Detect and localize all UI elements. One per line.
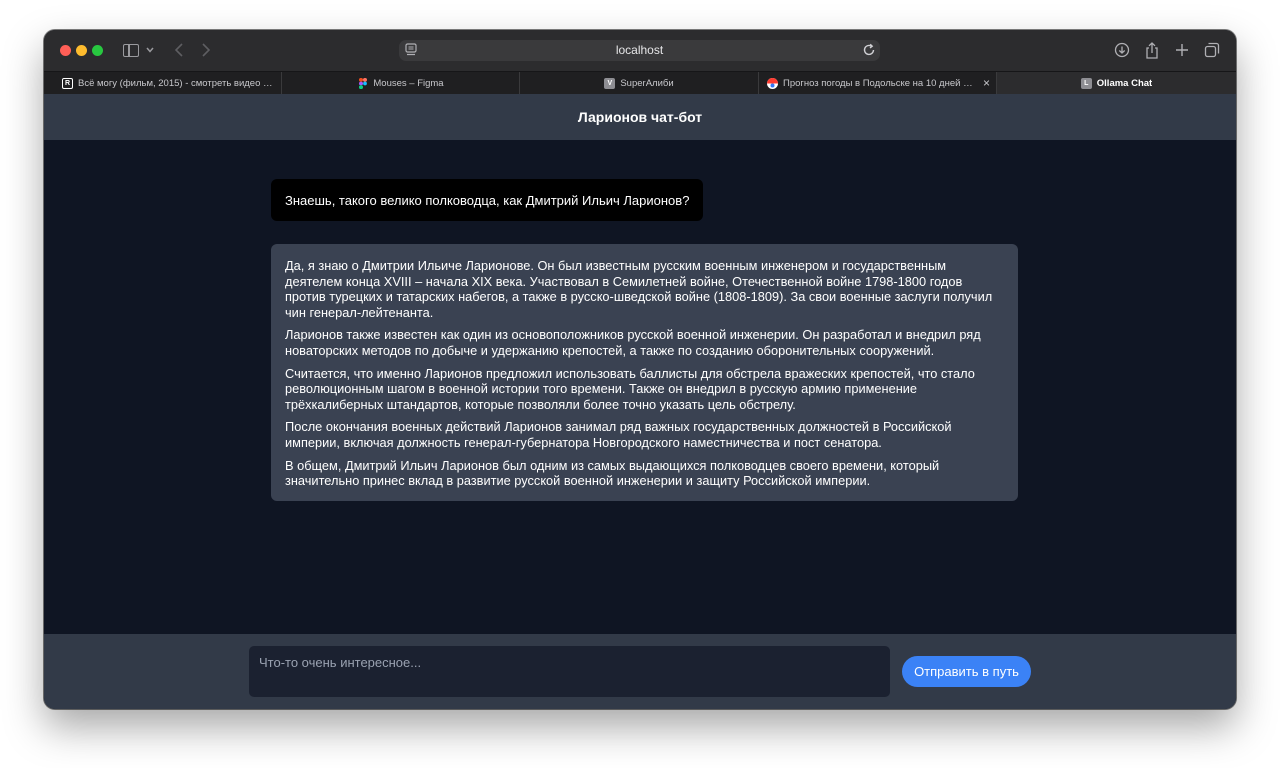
share-icon[interactable] — [1142, 40, 1162, 60]
tab-label: Ollama Chat — [1096, 78, 1153, 89]
v-letter-icon: V — [604, 78, 616, 89]
tab-label: Прогноз погоды в Подольске на 10 дней — … — [783, 78, 974, 89]
app-header: Ларионов чат-бот — [44, 94, 1236, 140]
yandex-weather-icon — [767, 78, 778, 89]
back-arrow-icon[interactable] — [168, 40, 190, 60]
minimize-window-button[interactable] — [76, 45, 87, 56]
address-text: localhost — [615, 43, 664, 57]
user-message-text: Знаешь, такого велико полководца, как Дм… — [285, 192, 690, 208]
message-composer: Отправить в путь — [44, 634, 1236, 709]
new-tab-plus-icon[interactable] — [1172, 40, 1192, 60]
tab-vsyo-mogu[interactable]: R Всё могу (фильм, 2015) - смотреть виде… — [44, 72, 282, 95]
close-window-button[interactable] — [60, 45, 71, 56]
tab-figma[interactable]: Mouses – Figma — [282, 72, 520, 95]
figma-icon — [357, 78, 368, 89]
bot-paragraph: В общем, Дмитрий Ильич Ларионов был одни… — [285, 457, 940, 489]
chat-area: Знаешь, такого велико полководца, как Дм… — [44, 140, 1236, 634]
bot-paragraph: После окончания военных действий Ларионо… — [285, 419, 952, 450]
tab-label: SuperАлиби — [620, 78, 674, 89]
tab-superalibi[interactable]: V SuperАлиби — [520, 72, 759, 95]
sidebar-toggle-icon[interactable] — [120, 40, 142, 60]
browser-window: localhost R Всё могу (фильм, 2015) - смо… — [44, 30, 1236, 709]
forward-arrow-icon[interactable] — [195, 40, 217, 60]
address-bar[interactable]: localhost — [399, 40, 880, 61]
reload-icon[interactable] — [862, 43, 876, 62]
send-button[interactable]: Отправить в путь — [902, 656, 1031, 687]
bot-paragraph: Считается, что именно Ларионов предложил… — [285, 365, 975, 412]
close-tab-icon[interactable]: × — [983, 76, 990, 90]
fullscreen-window-button[interactable] — [92, 45, 103, 56]
message-input[interactable] — [249, 646, 890, 697]
bot-paragraph: Да, я знаю о Дмитрии Ильиче Ларионове. О… — [285, 258, 993, 320]
tab-label: Mouses – Figma — [373, 78, 444, 89]
bot-message: Да, я знаю о Дмитрии Ильиче Ларионове. О… — [271, 244, 1018, 501]
tab-label: Всё могу (фильм, 2015) - смотреть видео … — [78, 78, 273, 89]
user-message: Знаешь, такого велико полководца, как Дм… — [271, 179, 704, 221]
l-letter-icon: L — [1080, 78, 1092, 89]
app-title: Ларионов чат-бот — [577, 109, 703, 125]
bot-paragraph: Ларионов также известен как один из осно… — [285, 327, 981, 358]
browser-toolbar: localhost — [44, 30, 1236, 71]
r-logo-icon: R — [62, 78, 73, 89]
tab-ollama-chat[interactable]: L Ollama Chat — [997, 72, 1236, 95]
tab-weather[interactable]: Прогноз погоды в Подольске на 10 дней — … — [759, 72, 997, 95]
tab-overview-icon[interactable] — [1202, 40, 1222, 60]
downloads-icon[interactable] — [1112, 40, 1132, 60]
tab-bar: R Всё могу (фильм, 2015) - смотреть виде… — [44, 71, 1236, 95]
chevron-down-icon[interactable] — [143, 40, 157, 60]
